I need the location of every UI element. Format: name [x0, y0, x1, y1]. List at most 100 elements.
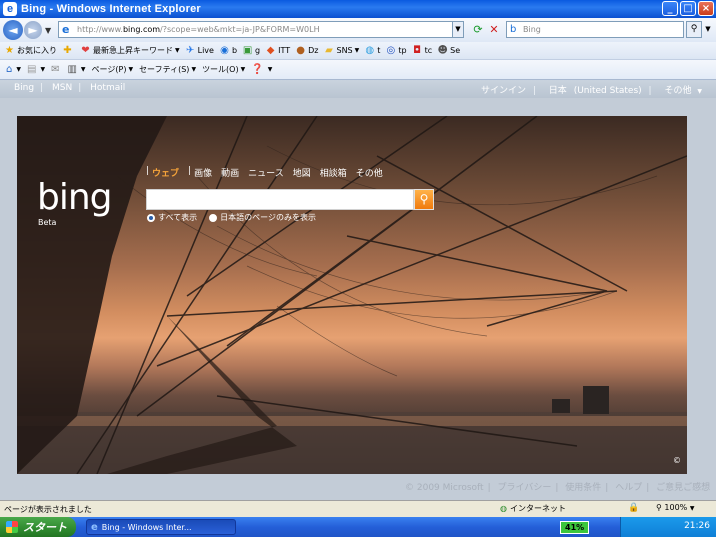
refresh-button[interactable]: ⟳: [470, 21, 486, 38]
signin-link[interactable]: サインイン: [481, 86, 526, 96]
clock[interactable]: 21:26: [684, 521, 710, 531]
favorites-center-button[interactable]: ★ お気に入り: [4, 42, 57, 60]
scope-more[interactable]: その他: [356, 166, 383, 179]
nav-link-bing[interactable]: Bing: [14, 83, 34, 93]
t-icon: ◍: [365, 45, 375, 56]
feed-icon: ▤: [26, 64, 37, 75]
bing-search-input[interactable]: [146, 189, 414, 210]
ie-icon: e: [91, 521, 98, 533]
favorite-item[interactable]: ● Dz: [295, 42, 318, 60]
footer-feedback[interactable]: ご意見ご感想: [656, 483, 710, 493]
mail-icon: ✉: [51, 64, 60, 75]
forward-button[interactable]: ►: [24, 21, 42, 39]
command-bar: ⌂ ▼ ▤ ▼ ✉ ▥ ▼ ページ(P) ▼ セーフティ(S) ▼ ツール(O) ▼ ❓ ▼: [0, 60, 716, 80]
close-button[interactable]: ×: [698, 1, 714, 16]
page-menu[interactable]: ページ(P) ▼: [92, 64, 134, 75]
itt-icon: ◆: [266, 45, 275, 56]
footer-terms[interactable]: 使用条件: [565, 483, 601, 493]
bing-beta-label: Beta: [38, 218, 57, 227]
radio-all-label: すべて表示: [158, 213, 198, 222]
mail-button[interactable]: ✉: [51, 64, 61, 75]
favorite-item[interactable]: ✈ Live: [185, 42, 214, 60]
favorite-item[interactable]: ◆ ITT: [265, 42, 290, 60]
scope-news[interactable]: ニュース: [248, 166, 284, 179]
home-icon: ⌂: [6, 64, 13, 75]
scope-qa[interactable]: 相談箱: [320, 166, 347, 179]
footer-help[interactable]: ヘルプ: [615, 483, 642, 493]
add-favorite-button[interactable]: ✚: [62, 42, 75, 60]
address-row: ◄ ► ▼ e http://www.bing.com/?scope=web&m…: [0, 18, 716, 42]
scope-videos[interactable]: 動画: [221, 166, 239, 179]
favorite-item[interactable]: ☻ Se: [437, 42, 460, 60]
safety-menu[interactable]: セーフティ(S) ▼: [139, 64, 196, 75]
radio-all[interactable]: [147, 213, 155, 222]
taskbar: スタート e Bing - Windows Inter... 41% 21:26: [0, 517, 716, 537]
printer-icon: ▥: [67, 64, 77, 75]
print-button[interactable]: ▥ ▼: [67, 64, 85, 75]
footer-copyright: © 2009 Microsoft: [405, 483, 484, 493]
address-url[interactable]: http://www.bing.com/?scope=web&mkt=ja-JP…: [77, 25, 320, 34]
nav-link-hotmail[interactable]: Hotmail: [90, 83, 125, 93]
favorite-item[interactable]: ❤ 最新急上昇キーワード ▼: [80, 42, 179, 60]
star-icon: ★: [5, 45, 14, 56]
favorite-item[interactable]: ▣ g: [242, 42, 260, 60]
taskbar-item-ie[interactable]: e Bing - Windows Inter...: [86, 519, 236, 535]
search-input[interactable]: b Bing: [506, 21, 684, 38]
bing-search-button[interactable]: ⚲: [414, 189, 434, 210]
dz-icon: ●: [296, 45, 305, 56]
bing-top-nav: Bing | MSN | Hotmail サインイン | 日本 (United St…: [0, 80, 716, 98]
windows-flag-icon: [6, 521, 18, 533]
search-placeholder: Bing: [523, 25, 541, 34]
favorite-item[interactable]: ◍ t: [364, 42, 380, 60]
region-country[interactable]: (United States): [574, 86, 642, 96]
status-bar: ページが表示されました ◍ インターネット 🔒 ⚲ 100% ▼: [0, 500, 716, 517]
tc-icon: ◘: [413, 45, 422, 56]
globe-icon: ◍: [500, 504, 507, 513]
scope-web[interactable]: ウェブ: [152, 166, 179, 179]
bing-logo[interactable]: bing: [37, 177, 113, 218]
live-icon: ✈: [185, 45, 195, 56]
image-info-icon[interactable]: ©: [673, 456, 681, 465]
window-title: Bing - Windows Internet Explorer: [21, 3, 201, 15]
address-bar[interactable]: e http://www.bing.com/?scope=web&mkt=ja-…: [58, 21, 464, 38]
se-icon: ☻: [437, 45, 448, 56]
system-tray: 21:26: [620, 517, 716, 537]
favorite-item[interactable]: ◎ tp: [385, 42, 407, 60]
start-button[interactable]: スタート: [0, 517, 76, 537]
favorite-folder[interactable]: ▰ SNS ▼: [323, 42, 359, 60]
home-button[interactable]: ⌂ ▼: [6, 64, 21, 75]
add-star-icon: ✚: [63, 45, 72, 56]
help-button[interactable]: ❓ ▼: [251, 64, 272, 75]
page-content: Bing | MSN | Hotmail サインイン | 日本 (United St…: [0, 80, 716, 500]
footer-privacy[interactable]: プライバシー: [498, 483, 552, 493]
maximize-button[interactable]: □: [680, 1, 696, 16]
favorite-item[interactable]: ◉ b: [219, 42, 237, 60]
more-link[interactable]: その他: [664, 86, 691, 96]
language-filter: すべて表示 日本語のページのみを表示: [147, 212, 328, 223]
battery-indicator[interactable]: 41%: [560, 520, 590, 534]
search-options-dropdown[interactable]: ▼: [702, 21, 714, 38]
address-dropdown-button[interactable]: ▼: [452, 21, 464, 38]
scope-maps[interactable]: 地図: [293, 166, 311, 179]
heart-icon: ❤: [81, 45, 90, 56]
nav-link-msn[interactable]: MSN: [52, 83, 72, 93]
protected-mode-icon[interactable]: 🔒: [628, 503, 639, 513]
region-link[interactable]: 日本: [549, 86, 567, 96]
back-button[interactable]: ◄: [3, 20, 23, 40]
status-message: ページが表示されました: [4, 504, 92, 514]
bing-search-provider-icon: b: [510, 23, 517, 35]
search-button[interactable]: ⚲: [686, 21, 702, 38]
history-dropdown-icon[interactable]: ▼: [45, 26, 51, 35]
feeds-button[interactable]: ▤ ▼: [27, 64, 45, 75]
minimize-button[interactable]: _: [662, 1, 678, 16]
zoom-level[interactable]: ⚲ 100% ▼: [656, 503, 694, 512]
b-icon: ◉: [220, 45, 229, 56]
stop-button[interactable]: ✕: [486, 21, 502, 38]
tools-menu[interactable]: ツール(O) ▼: [202, 64, 245, 75]
search-scopes: | ウェブ | 画像 動画 ニュース 地図 相談箱 その他: [146, 166, 383, 179]
radio-japanese[interactable]: [209, 213, 218, 222]
favorite-item[interactable]: ◘ tc: [412, 42, 432, 60]
security-zone[interactable]: ◍ インターネット: [500, 503, 566, 514]
g-icon: ▣: [242, 45, 253, 56]
scope-images[interactable]: 画像: [194, 166, 212, 179]
